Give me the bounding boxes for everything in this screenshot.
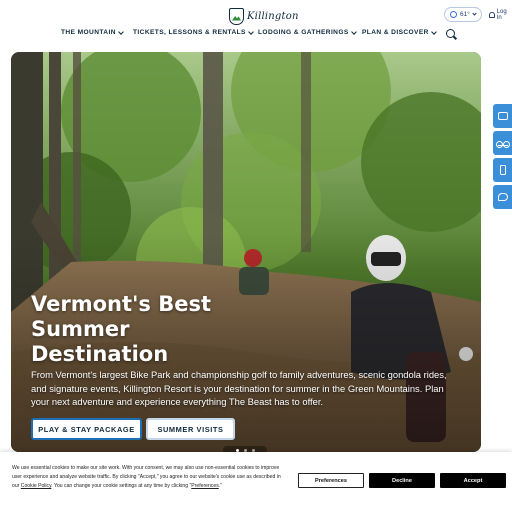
cookie-text-fragment: ."	[218, 483, 222, 489]
cookie-message: We use essential cookies to make our sit…	[12, 464, 297, 491]
hero-banner: Vermont's Best Summer Destination From V…	[11, 52, 481, 452]
cookie-policy-link[interactable]: Cookie Policy	[21, 483, 51, 489]
accept-button[interactable]: Accept	[440, 473, 506, 488]
bike-icon	[495, 140, 510, 148]
login-label: Log In	[496, 9, 507, 21]
nav-item-the-mountain[interactable]: THE MOUNTAIN	[61, 28, 124, 36]
cookie-line: our Cookie Policy. You can change your c…	[12, 482, 297, 491]
bike-tab[interactable]	[493, 131, 512, 155]
search-icon[interactable]	[446, 29, 455, 38]
nav-label: LODGING & GATHERINGS	[258, 29, 349, 36]
nav-label: TICKETS, LESSONS & RENTALS	[133, 29, 246, 36]
login-link[interactable]: Log In	[489, 9, 512, 21]
nav-item-plan-discover[interactable]: PLAN & DISCOVER	[362, 28, 437, 36]
cookie-line: user experience and analyze website traf…	[12, 474, 281, 480]
chevron-down-icon	[430, 28, 437, 35]
hero-description: From Vermont's largest Bike Park and cha…	[31, 369, 447, 407]
summer-visits-button[interactable]: SUMMER VISITS	[146, 418, 235, 440]
nav-label: PLAN & DISCOVER	[362, 29, 429, 36]
chevron-down-icon	[350, 28, 357, 35]
cookie-text-fragment: . You can change your cookie settings at…	[51, 483, 192, 489]
side-quick-links	[493, 104, 512, 212]
logo-badge-icon	[229, 7, 244, 25]
nav-item-lodging[interactable]: LODGING & GATHERINGS	[258, 28, 357, 36]
cookie-text-fragment: our	[12, 483, 20, 489]
chat-tab[interactable]	[493, 185, 512, 209]
mail-tab[interactable]	[493, 104, 512, 128]
nav-item-tickets[interactable]: TICKETS, LESSONS & RENTALS	[133, 28, 254, 36]
sun-icon	[450, 11, 457, 18]
cookie-line: We use essential cookies to make our sit…	[12, 465, 280, 471]
hero-title: Vermont's Best Summer Destination	[31, 292, 212, 366]
weather-widget[interactable]: 61°	[444, 7, 482, 22]
logo-text: Killington	[247, 10, 299, 22]
chevron-down-icon	[118, 28, 124, 35]
chevron-down-icon	[472, 11, 477, 16]
mail-icon	[497, 112, 508, 120]
temperature: 61°	[460, 11, 470, 18]
main-nav: THE MOUNTAIN TICKETS, LESSONS & RENTALS …	[0, 28, 512, 41]
decline-button[interactable]: Decline	[369, 473, 435, 488]
nav-label: THE MOUNTAIN	[61, 29, 116, 36]
site-header: Killington 61° Log In THE MOUNTAIN TICKE…	[0, 0, 512, 48]
phone-tab[interactable]	[493, 158, 512, 182]
chevron-down-icon	[248, 28, 254, 35]
cookie-banner: We use essential cookies to make our sit…	[0, 452, 512, 512]
preferences-button[interactable]: Preferences	[298, 473, 364, 488]
chat-icon	[497, 193, 508, 201]
killington-logo[interactable]: Killington	[229, 6, 299, 26]
play-stay-package-button[interactable]: PLAY & STAY PACKAGE	[31, 418, 142, 440]
user-icon	[489, 12, 495, 18]
phone-icon	[499, 165, 506, 175]
preferences-link[interactable]: Preferences	[191, 483, 218, 489]
